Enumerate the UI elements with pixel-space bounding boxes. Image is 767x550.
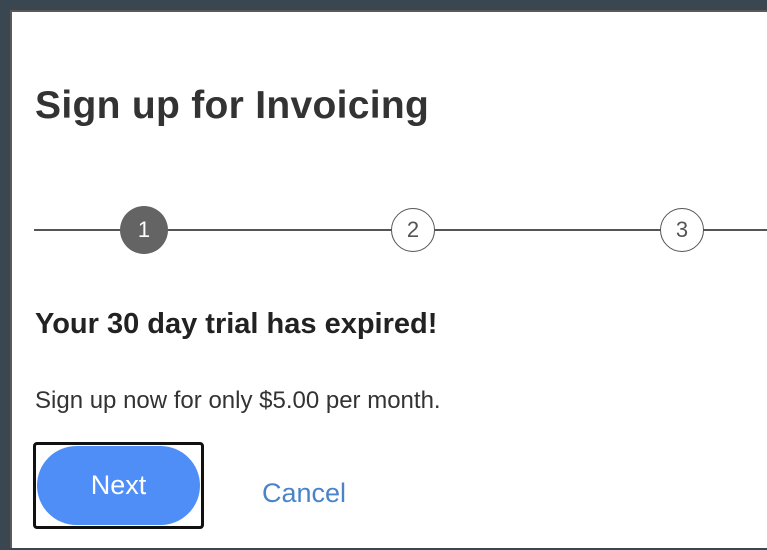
step-3: 3	[660, 208, 704, 252]
progress-stepper: 1 2 3	[34, 206, 767, 254]
trial-expired-heading: Your 30 day trial has expired!	[35, 308, 438, 340]
dialog-title: Sign up for Invoicing	[35, 84, 430, 127]
signup-dialog: Sign up for Invoicing 1 2 3 Your 30 day …	[10, 10, 767, 548]
pricing-message: Sign up now for only $5.00 per month.	[35, 387, 441, 414]
cancel-link[interactable]: Cancel	[262, 478, 346, 509]
next-button-focus-ring: Next	[33, 442, 204, 529]
step-1: 1	[120, 206, 168, 254]
step-2: 2	[391, 208, 435, 252]
next-button[interactable]: Next	[37, 446, 200, 525]
